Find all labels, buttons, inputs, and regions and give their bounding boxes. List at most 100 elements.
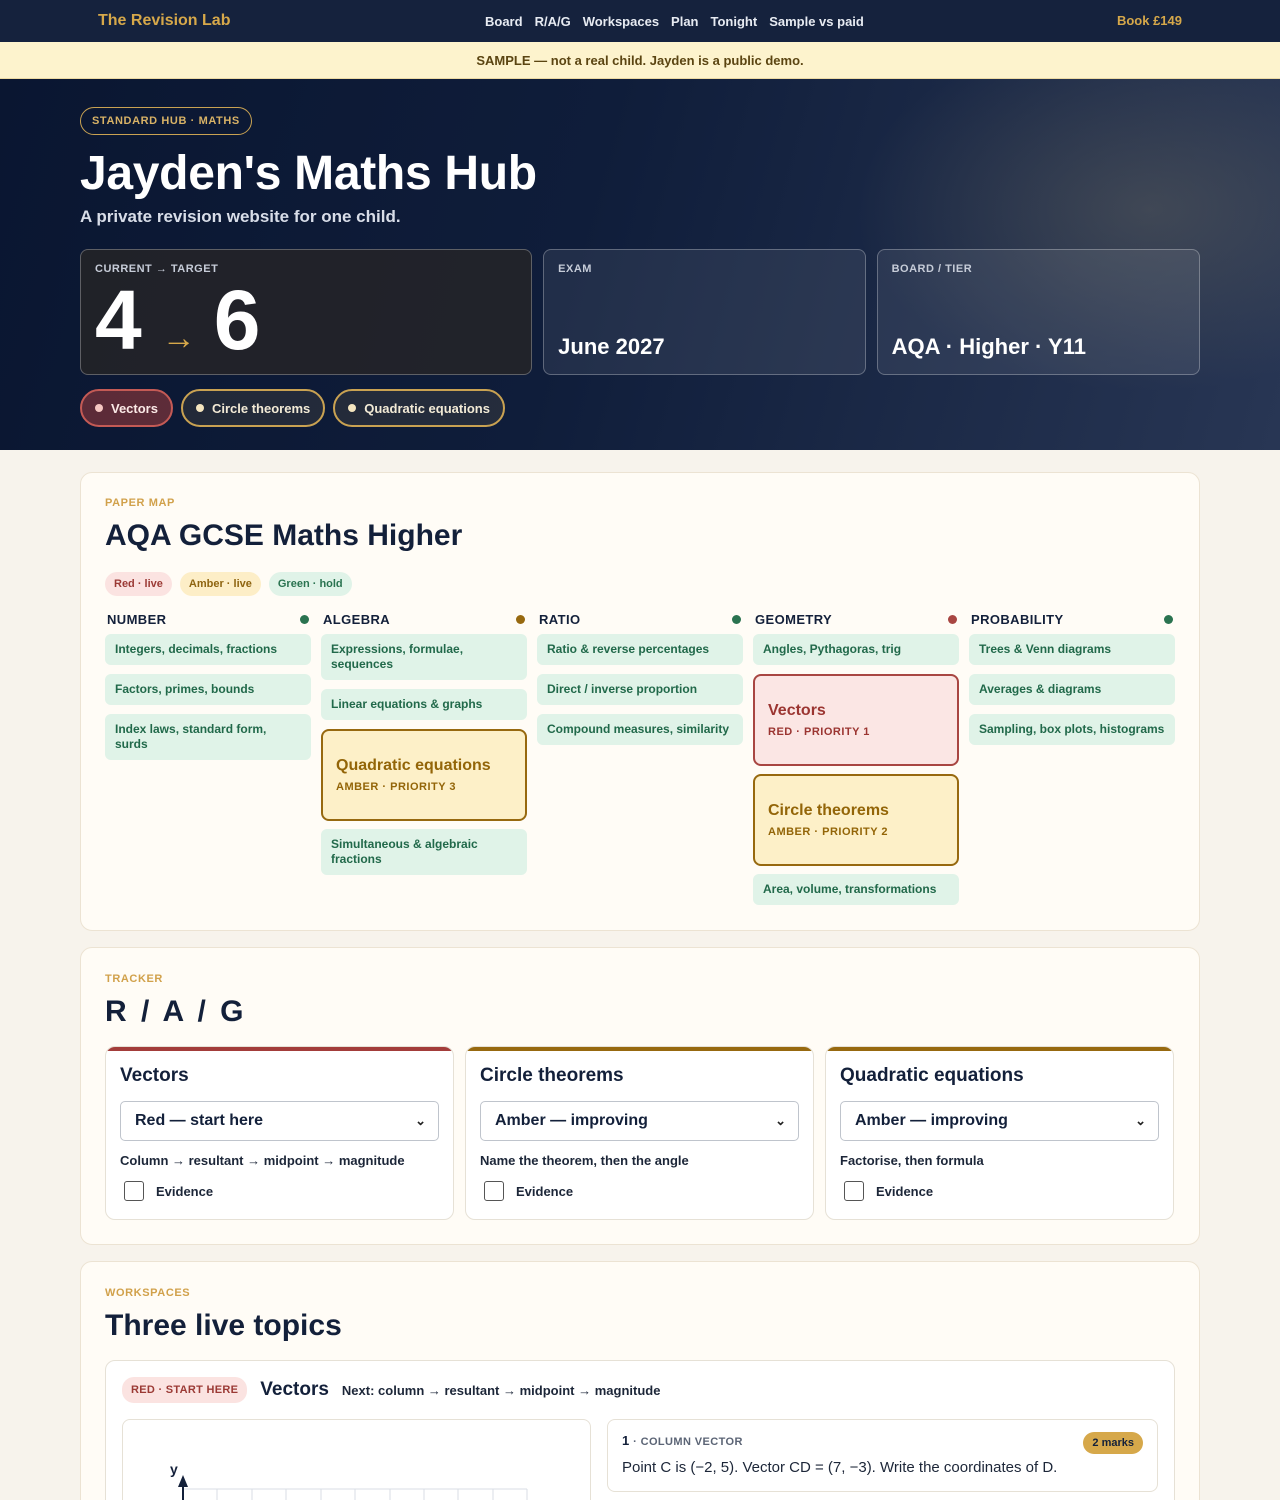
checkbox-icon[interactable]: [844, 1181, 864, 1201]
status-select[interactable]: Amber — improving ⌄: [840, 1101, 1159, 1141]
evidence-label: Evidence: [156, 1183, 214, 1199]
nav-link-sample-vs-paid[interactable]: Sample vs paid: [769, 14, 864, 29]
vector-grid[interactable]: y: [122, 1419, 591, 1500]
top-nav: The Revision Lab Board R/A/G Workspaces …: [0, 0, 1280, 42]
board-value: AQA · Higher · Y11: [891, 334, 1086, 359]
topic-tile[interactable]: Simultaneous & algebraic fractions: [321, 829, 527, 875]
status-select[interactable]: Amber — improving ⌄: [480, 1101, 799, 1141]
paper-map-section: PAPER MAP AQA GCSE Maths Higher Red · li…: [80, 472, 1200, 931]
tracker-hint: Name the theorem, then the angle: [480, 1153, 689, 1168]
topic-tile[interactable]: Expressions, formulae, sequences: [321, 634, 527, 680]
hero: STANDARD HUB · MATHS Jayden's Maths Hub …: [0, 79, 1280, 450]
chip-quadratic-equations[interactable]: Quadratic equations: [333, 389, 505, 427]
tracker-hint: Factorise, then formula: [840, 1153, 984, 1168]
topic-tile[interactable]: Compound measures, similarity: [537, 714, 743, 745]
checkbox-icon[interactable]: [124, 1181, 144, 1201]
topic-tile[interactable]: Ratio & reverse percentages: [537, 634, 743, 665]
chip-vectors[interactable]: Vectors: [80, 389, 173, 427]
column-algebra: ALGEBRA Expressions, formulae, sequences…: [321, 610, 527, 914]
grade-card: CURRENT → TARGET 4 → 6: [80, 249, 533, 375]
topic-tile[interactable]: Direct / inverse proportion: [537, 674, 743, 705]
chevron-down-icon: ⌄: [775, 1113, 786, 1128]
workspace-vectors: RED · START HERE Vectors Next: column → …: [105, 1360, 1175, 1500]
nav-link-plan[interactable]: Plan: [671, 14, 698, 29]
topic-tile[interactable]: Trees & Venn diagrams: [969, 634, 1175, 665]
checkbox-icon[interactable]: [484, 1181, 504, 1201]
topic-tile[interactable]: Area, volume, transformations: [753, 874, 959, 905]
chevron-down-icon: ⌄: [415, 1113, 426, 1128]
nav-link-board[interactable]: Board: [485, 14, 523, 29]
nav-link-workspaces[interactable]: Workspaces: [583, 14, 659, 29]
section-eyebrow: TRACKER: [105, 973, 163, 985]
status-badge: RED · START HERE: [122, 1377, 248, 1403]
column-ratio: RATIO Ratio & reverse percentages Direct…: [537, 610, 743, 914]
chip-label: Vectors: [111, 400, 158, 416]
tracker-topic: Quadratic equations: [840, 1065, 1024, 1086]
target-grade: 6: [213, 273, 261, 367]
question-type: COLUMN VECTOR: [640, 1436, 743, 1448]
exam-value: June 2027: [558, 334, 665, 359]
nav-link-tonight[interactable]: Tonight: [711, 14, 758, 29]
focus-priority: AMBER · PRIORITY 2: [768, 826, 889, 838]
topic-tile[interactable]: Averages & diagrams: [969, 674, 1175, 705]
brand-logo[interactable]: The Revision Lab: [98, 12, 230, 30]
tracker-hint: Column → resultant → midpoint → magnitud…: [120, 1153, 405, 1168]
tracker-card-vectors: Vectors Red — start here ⌄ Column → resul…: [105, 1046, 454, 1220]
column-title: RATIO: [539, 611, 581, 627]
grid-lines: [182, 1488, 528, 1500]
topic-tile[interactable]: Sampling, box plots, histograms: [969, 714, 1175, 745]
evidence-checkbox[interactable]: Evidence: [484, 1181, 799, 1201]
focus-title: Circle theorems: [768, 802, 889, 819]
focus-title: Quadratic equations: [336, 757, 491, 774]
chevron-down-icon: ⌄: [1135, 1113, 1146, 1128]
grade-label: CURRENT → TARGET: [95, 263, 219, 275]
book-button[interactable]: Book £149: [1117, 13, 1182, 28]
topic-tile[interactable]: Index laws, standard form, surds: [105, 714, 311, 760]
tracker-topic: Circle theorems: [480, 1065, 624, 1086]
topic-tile[interactable]: Integers, decimals, fractions: [105, 634, 311, 665]
y-axis-arrow-icon: [178, 1475, 188, 1487]
summary-cards: CURRENT → TARGET 4 → 6 EXAM June 2027 BO…: [80, 249, 1200, 375]
evidence-label: Evidence: [876, 1183, 934, 1199]
legend-red: Red · live: [105, 572, 172, 596]
nav-link-rag[interactable]: R/A/G: [535, 14, 571, 29]
section-eyebrow: WORKSPACES: [105, 1287, 191, 1299]
evidence-checkbox[interactable]: Evidence: [844, 1181, 1159, 1201]
column-title: NUMBER: [107, 611, 167, 627]
column-probability: PROBABILITY Trees & Venn diagrams Averag…: [969, 610, 1175, 914]
grade-values: 4 → 6: [95, 278, 260, 362]
status-select[interactable]: Red — start here ⌄: [120, 1101, 439, 1141]
topic-tile[interactable]: Linear equations & graphs: [321, 689, 527, 720]
column-number: NUMBER Integers, decimals, fractions Fac…: [105, 610, 311, 914]
sample-banner: SAMPLE — not a real child. Jayden is a p…: [0, 42, 1280, 79]
column-title: PROBABILITY: [971, 611, 1064, 627]
status-dot-icon: [195, 404, 204, 412]
tracker-card-quadratic-equations: Quadratic equations Amber — improving ⌄ F…: [825, 1046, 1174, 1220]
grade-arrow-icon: →: [161, 319, 196, 357]
board-label: BOARD / TIER: [891, 263, 973, 275]
focus-tile-quadratic-equations[interactable]: Quadratic equations AMBER · PRIORITY 3: [321, 729, 527, 821]
exam-card: EXAM June 2027: [543, 249, 866, 375]
status-select-value: Amber — improving: [855, 1112, 1008, 1129]
focus-tile-circle-theorems[interactable]: Circle theorems AMBER · PRIORITY 2: [753, 774, 959, 866]
focus-tile-vectors[interactable]: Vectors RED · PRIORITY 1: [753, 674, 959, 766]
chip-circle-theorems[interactable]: Circle theorems: [180, 389, 326, 427]
evidence-label: Evidence: [516, 1183, 574, 1199]
topic-tile[interactable]: Angles, Pythagoras, trig: [753, 634, 959, 665]
column-geometry: GEOMETRY Angles, Pythagoras, trig Vector…: [753, 610, 959, 914]
evidence-checkbox[interactable]: Evidence: [124, 1181, 439, 1201]
topic-tile[interactable]: Factors, primes, bounds: [105, 674, 311, 705]
question-text: Point C is (−2, 5). Vector CD = (7, −3).…: [622, 1459, 1058, 1476]
legend-green: Green · hold: [268, 572, 352, 596]
topic-chips: Vectors Circle theorems Quadratic equati…: [80, 389, 1200, 427]
question-separator: ·: [629, 1436, 641, 1448]
exam-label: EXAM: [558, 263, 592, 275]
status-dot-icon: [732, 614, 741, 624]
tracker-topic: Vectors: [120, 1065, 189, 1086]
current-grade: 4: [95, 273, 142, 367]
workspace-header: RED · START HERE Vectors Next: column → …: [122, 1377, 1158, 1403]
column-title: ALGEBRA: [323, 611, 391, 627]
chip-label: Circle theorems: [211, 400, 311, 416]
focus-title: Vectors: [768, 702, 826, 719]
section-title: R / A / G: [105, 995, 247, 1028]
